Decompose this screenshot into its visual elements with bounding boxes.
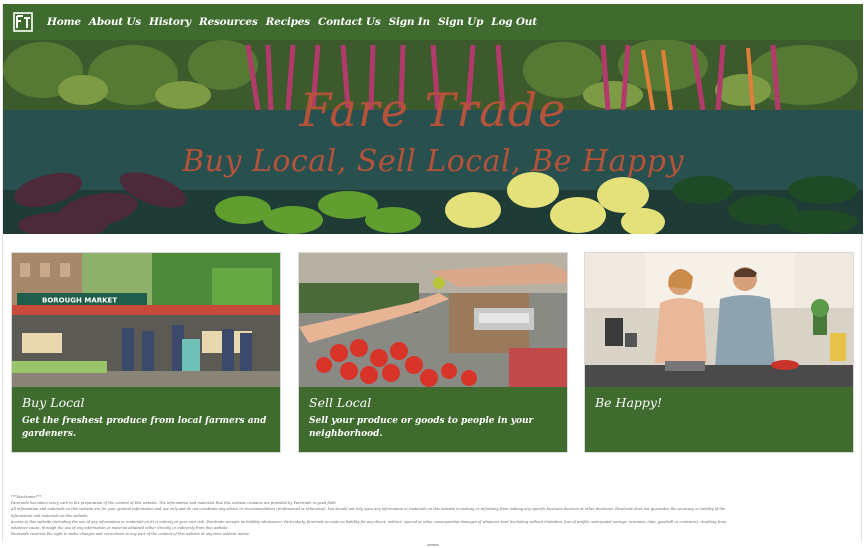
page-frame: Home About Us History Resources Recipes … — [2, 4, 863, 546]
card-text: Sell your produce or goods to people in … — [309, 416, 534, 439]
nav-home-link[interactable]: Home — [47, 16, 81, 28]
hero-title: Fare Trade — [299, 83, 567, 137]
hero-vegetables-image — [3, 40, 863, 234]
ft-logo-icon[interactable] — [13, 12, 33, 32]
couple-cooking-image — [585, 253, 853, 387]
card-body: Be Happy! — [585, 387, 853, 423]
card-text: Get the freshest produce from local farm… — [22, 416, 267, 439]
market-image: BOROUGH MARKET — [12, 253, 280, 387]
nav-log-out-link[interactable]: Log Out — [491, 16, 537, 28]
nav-history-link[interactable]: History — [149, 16, 191, 28]
disclaimer: ***Disclaimer*** Faretrade has taken eve… — [11, 494, 857, 537]
card-title: Buy Local — [22, 395, 85, 410]
disclaimer-line: Faretrade reserves the right to make cha… — [11, 532, 251, 537]
nav-recipes-link[interactable]: Recipes — [266, 16, 311, 28]
card-buy-local[interactable]: BOROUGH MARKET Buy Local Get the freshes… — [11, 252, 281, 453]
borough-market-sign: BOROUGH MARKET — [42, 297, 117, 305]
scroll-handle[interactable] — [427, 544, 439, 546]
hero-tagline: Buy Local, Sell Local, Be Happy — [182, 144, 684, 179]
nav-about-us-link[interactable]: About Us — [89, 16, 141, 28]
nav-sign-in-link[interactable]: Sign In — [389, 16, 431, 28]
card-title: Be Happy! — [595, 395, 662, 410]
tomato-stall-image — [299, 253, 567, 387]
nav-contact-us-link[interactable]: Contact Us — [318, 16, 381, 28]
card-title: Sell Local — [309, 395, 372, 410]
card-sell-local[interactable]: Sell Local Sell your produce or goods to… — [298, 252, 568, 453]
navbar: Home About Us History Resources Recipes … — [3, 4, 863, 40]
nav-resources-link[interactable]: Resources — [199, 16, 258, 28]
card-body: Buy Local Get the freshest produce from … — [12, 387, 280, 449]
nav-sign-up-link[interactable]: Sign Up — [438, 16, 484, 28]
hero-banner: Fare Trade Buy Local, Sell Local, Be Hap… — [3, 40, 863, 234]
nav-links: Home About Us History Resources Recipes … — [47, 16, 545, 28]
card-body: Sell Local Sell your produce or goods to… — [299, 387, 567, 449]
card-be-happy[interactable]: Be Happy! — [584, 252, 854, 453]
